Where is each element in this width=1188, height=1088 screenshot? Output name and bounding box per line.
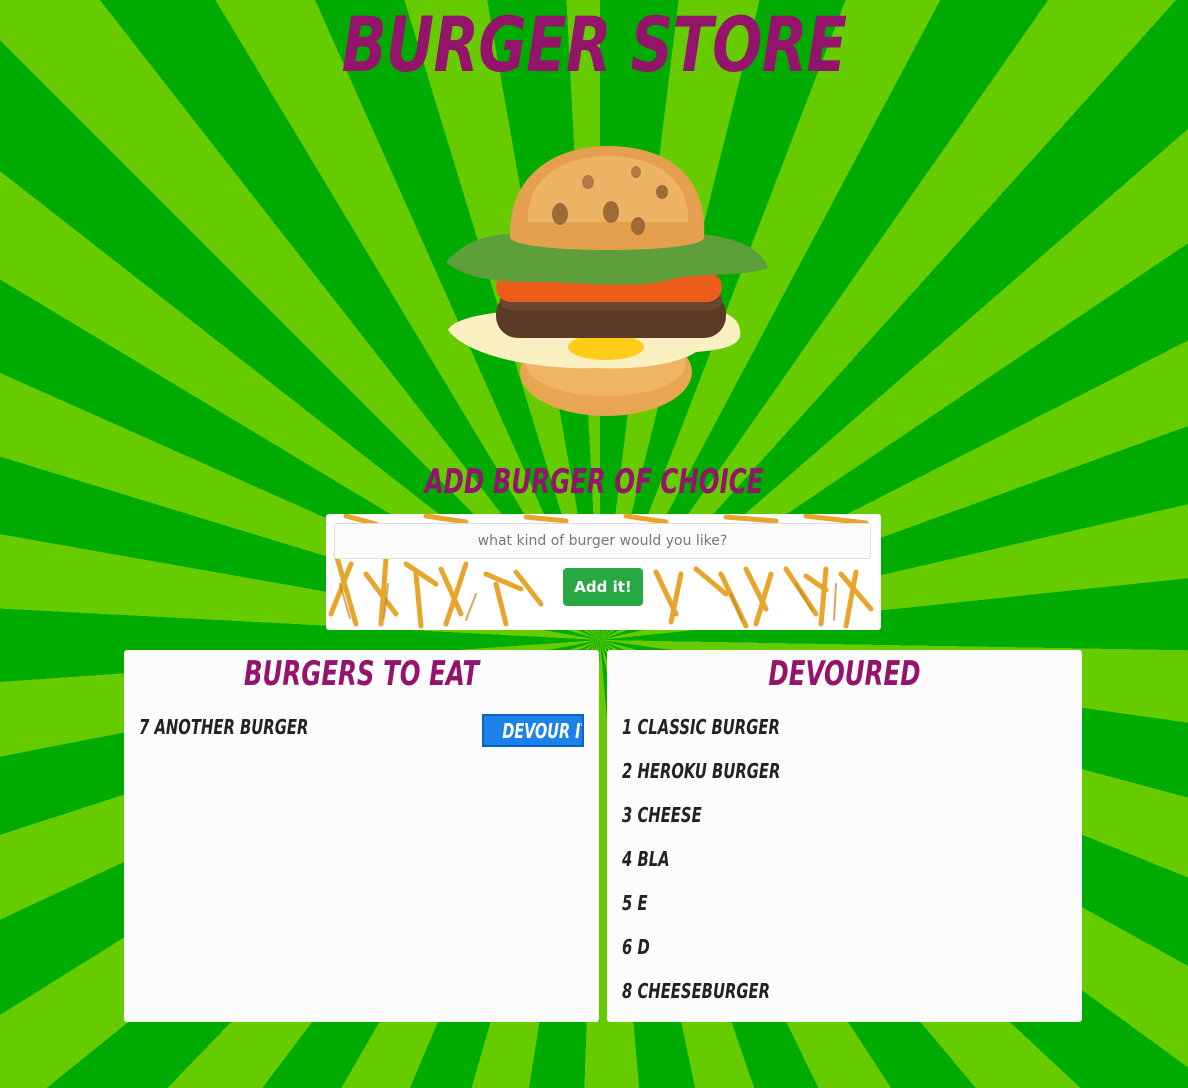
devoured-heading: Devoured	[768, 654, 921, 694]
list-item: 2 Heroku Burger	[622, 759, 781, 783]
list-item: 6 d	[622, 935, 650, 959]
list-item: 1 Classic Burger	[622, 715, 780, 739]
add-burger-form: Add it!	[326, 514, 881, 630]
devour-it-button[interactable]: Devour it!	[482, 714, 584, 747]
list-item: 3 cheese	[622, 803, 702, 827]
list-item: 5 e	[622, 891, 648, 915]
list-item: 7 Another Burger	[139, 715, 309, 739]
add-it-button[interactable]: Add it!	[563, 568, 643, 606]
devoured-panel: Devoured 1 Classic Burger 2 Heroku Burge…	[607, 650, 1082, 1022]
page-title: Burger Store	[341, 0, 847, 89]
burger-illustration	[446, 146, 768, 416]
add-burger-heading: Add Burger of Choice	[424, 462, 764, 502]
list-item: 8 cheeseburger	[622, 979, 771, 1003]
burgers-to-eat-heading: Burgers to Eat	[243, 654, 480, 694]
devour-it-button-label: Devour it!	[502, 718, 582, 743]
list-item: 4 bla	[622, 847, 670, 871]
burger-name-input[interactable]	[334, 523, 871, 559]
burgers-to-eat-panel: Burgers to Eat 7 Another Burger Devour i…	[124, 650, 599, 1022]
